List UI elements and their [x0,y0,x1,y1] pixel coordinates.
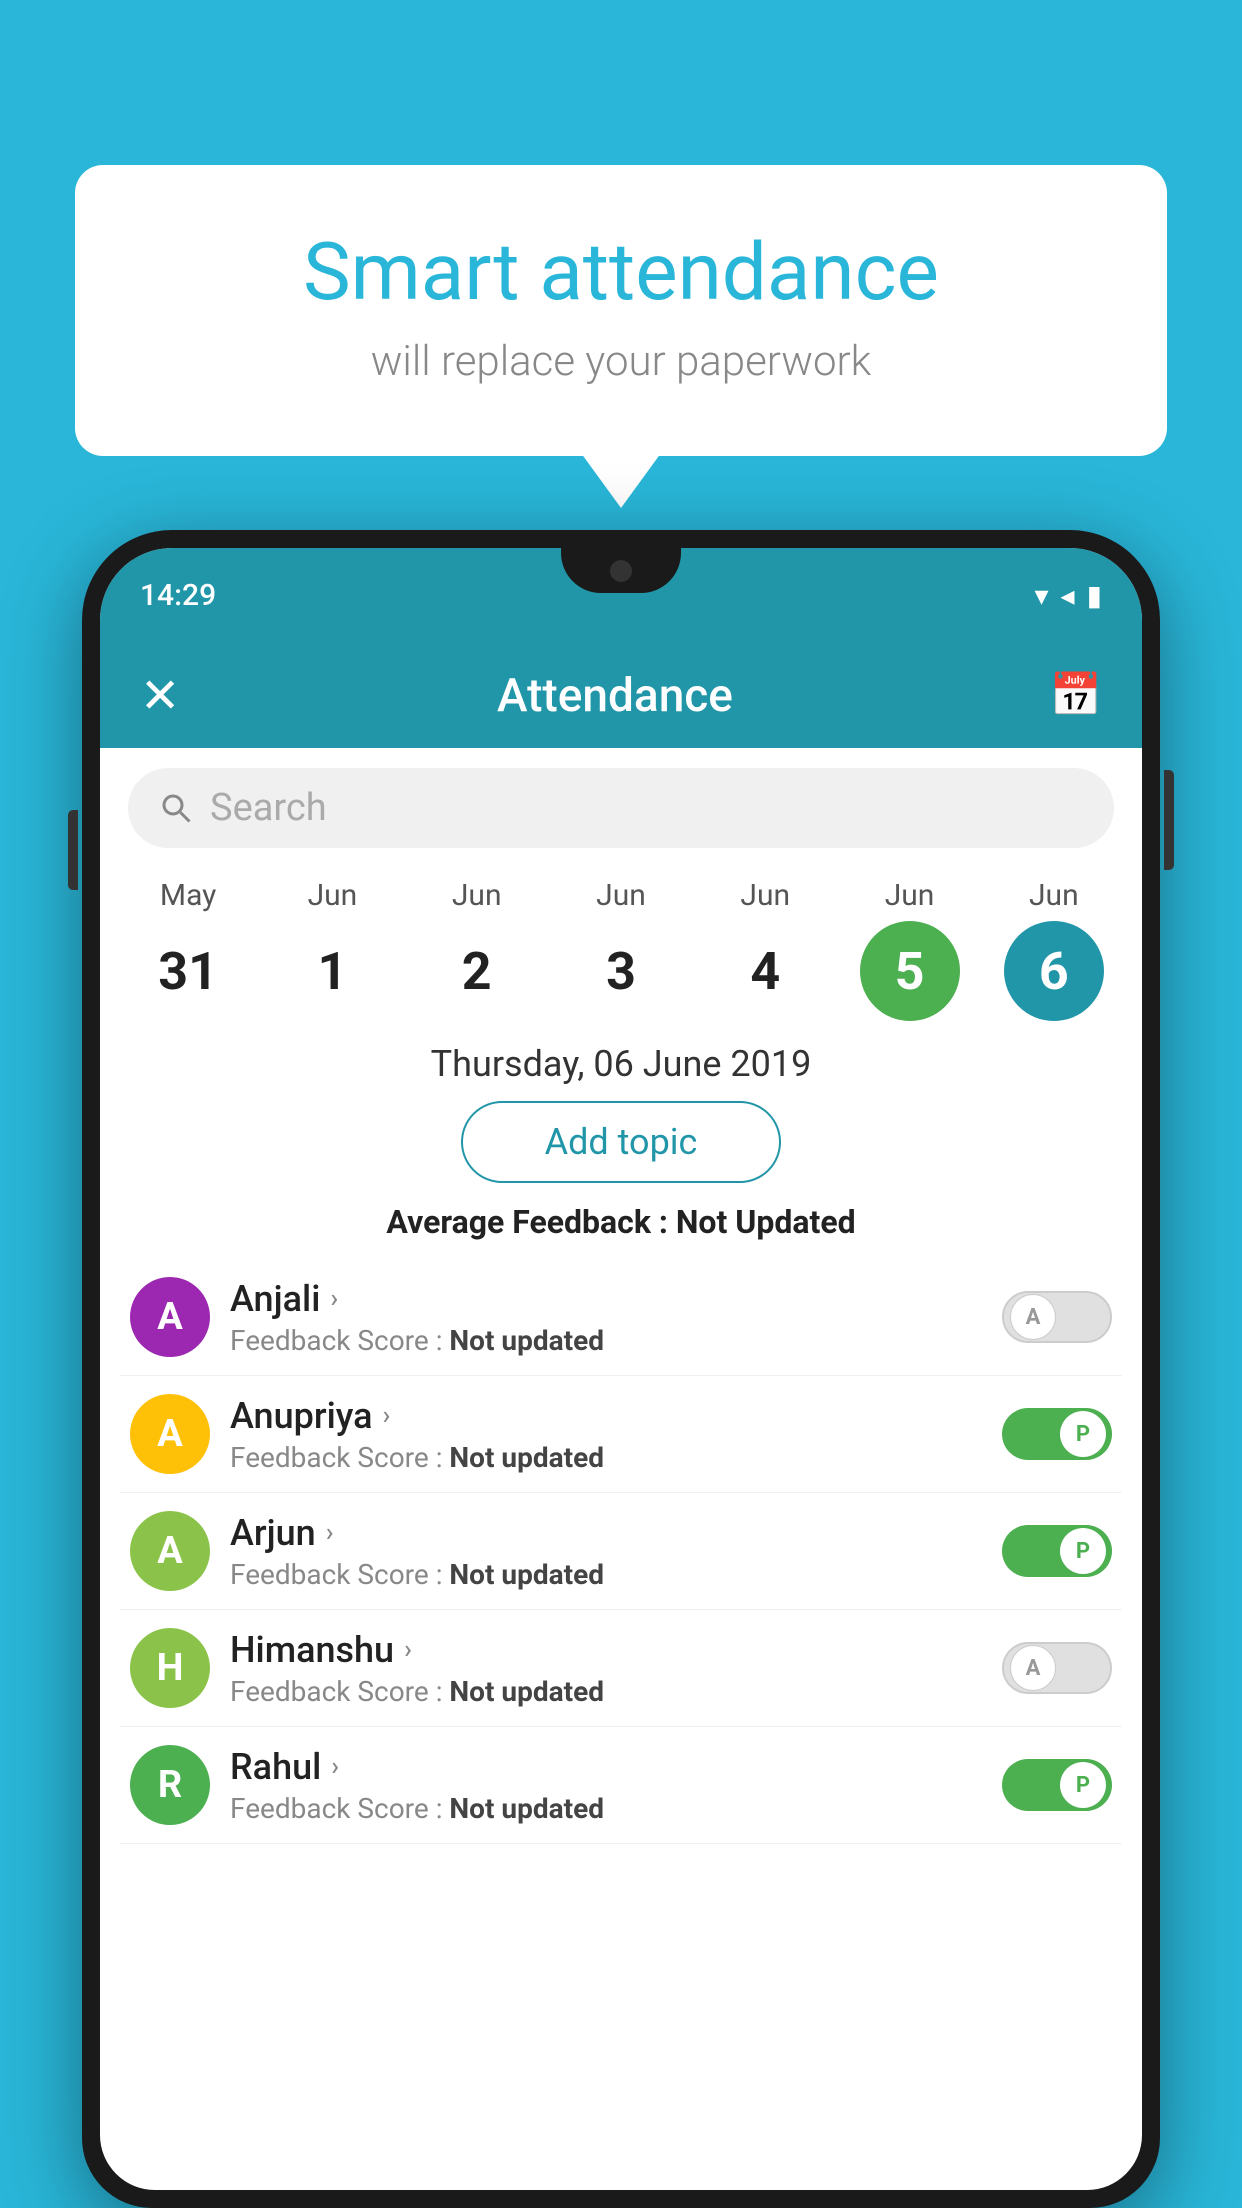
chevron-icon: › [383,1401,391,1431]
student-item[interactable]: R Rahul › Feedback Score : Not updated P [120,1727,1122,1844]
bubble-title: Smart attendance [135,225,1107,319]
chevron-icon: › [404,1635,412,1665]
toggle-thumb: A [1010,1645,1056,1691]
calendar-day[interactable]: Jun 5 [850,878,970,1021]
phone-frame: 14:29 ▾ ◂ ▮ ✕ Attendance 📅 Search M [82,530,1160,2208]
bubble-subtitle: will replace your paperwork [135,337,1107,386]
selected-date-label: Thursday, 06 June 2019 [100,1043,1142,1085]
search-bar[interactable]: Search [128,768,1114,848]
calendar-day[interactable]: Jun 6 [994,878,1114,1021]
feedback-score: Feedback Score : Not updated [230,1441,982,1474]
attendance-toggle[interactable]: P [1002,1525,1112,1577]
student-item[interactable]: A Anjali › Feedback Score : Not updated A [120,1259,1122,1376]
calendar-day[interactable]: May 31 [128,878,248,1021]
toggle-thumb: A [1010,1294,1056,1340]
cal-month-label: Jun [596,878,646,913]
camera [610,560,632,582]
calendar-row: May 31 Jun 1 Jun 2 Jun 3 Jun 4 Jun 5 Jun 6 [100,868,1142,1021]
student-avatar: A [130,1394,210,1474]
cal-date-number: 6 [1004,921,1104,1021]
student-avatar: R [130,1745,210,1825]
cal-date-number: 2 [427,921,527,1021]
attendance-toggle[interactable]: A [1002,1291,1112,1343]
student-info: Arjun › Feedback Score : Not updated [230,1512,982,1591]
student-info: Anupriya › Feedback Score : Not updated [230,1395,982,1474]
feedback-score: Feedback Score : Not updated [230,1792,982,1825]
cal-month-label: Jun [308,878,358,913]
student-name: Anjali › [230,1278,982,1320]
search-icon [158,790,194,826]
attendance-toggle[interactable]: A [1002,1642,1112,1694]
chevron-icon: › [330,1284,338,1314]
student-name: Himanshu › [230,1629,982,1671]
cal-month-label: May [160,878,216,913]
volume-button [68,810,78,890]
cal-date-number: 31 [138,921,238,1021]
status-icons: ▾ ◂ ▮ [1034,579,1102,612]
toggle-thumb: P [1060,1411,1106,1457]
student-info: Himanshu › Feedback Score : Not updated [230,1629,982,1708]
toggle-thumb: P [1060,1762,1106,1808]
student-name: Anupriya › [230,1395,982,1437]
status-time: 14:29 [140,578,216,613]
wifi-icon: ▾ [1034,579,1048,612]
attendance-toggle[interactable]: P [1002,1759,1112,1811]
calendar-day[interactable]: Jun 3 [561,878,681,1021]
app-title: Attendance [497,669,733,723]
cal-month-label: Jun [885,878,935,913]
cal-date-number: 1 [282,921,382,1021]
status-bar: 14:29 ▾ ◂ ▮ [100,548,1142,643]
cal-month-label: Jun [452,878,502,913]
avg-feedback: Average Feedback : Not Updated [100,1203,1142,1241]
student-avatar: A [130,1277,210,1357]
battery-icon: ▮ [1087,579,1102,612]
student-item[interactable]: A Anupriya › Feedback Score : Not updated P [120,1376,1122,1493]
power-button [1164,770,1174,870]
feedback-score: Feedback Score : Not updated [230,1324,982,1357]
student-item[interactable]: A Arjun › Feedback Score : Not updated P [120,1493,1122,1610]
cal-month-label: Jun [740,878,790,913]
calendar-icon[interactable]: 📅 [1050,671,1102,720]
cal-date-number: 4 [715,921,815,1021]
cal-date-number: 5 [860,921,960,1021]
phone-screen: 14:29 ▾ ◂ ▮ ✕ Attendance 📅 Search M [100,548,1142,2190]
search-placeholder: Search [210,786,327,830]
signal-icon: ◂ [1061,579,1075,612]
close-button[interactable]: ✕ [140,667,180,724]
notch [561,548,681,593]
calendar-day[interactable]: Jun 2 [417,878,537,1021]
avg-feedback-value: Not Updated [676,1203,856,1241]
feedback-score: Feedback Score : Not updated [230,1675,982,1708]
student-list: AAnjali ›Feedback Score : Not updatedAAA… [100,1259,1142,1844]
student-avatar: H [130,1628,210,1708]
avg-feedback-label: Average Feedback : [386,1203,675,1241]
student-name: Rahul › [230,1746,982,1788]
cal-month-label: Jun [1029,878,1079,913]
student-item[interactable]: H Himanshu › Feedback Score : Not updated A [120,1610,1122,1727]
student-name: Arjun › [230,1512,982,1554]
calendar-day[interactable]: Jun 4 [705,878,825,1021]
app-header: ✕ Attendance 📅 [100,643,1142,748]
add-topic-button[interactable]: Add topic [461,1101,781,1183]
student-info: Rahul › Feedback Score : Not updated [230,1746,982,1825]
student-info: Anjali › Feedback Score : Not updated [230,1278,982,1357]
feedback-score: Feedback Score : Not updated [230,1558,982,1591]
chevron-icon: › [331,1752,339,1782]
toggle-thumb: P [1060,1528,1106,1574]
chevron-icon: › [326,1518,334,1548]
cal-date-number: 3 [571,921,671,1021]
attendance-toggle[interactable]: P [1002,1408,1112,1460]
student-avatar: A [130,1511,210,1591]
calendar-day[interactable]: Jun 1 [272,878,392,1021]
speech-bubble: Smart attendance will replace your paper… [75,165,1167,456]
